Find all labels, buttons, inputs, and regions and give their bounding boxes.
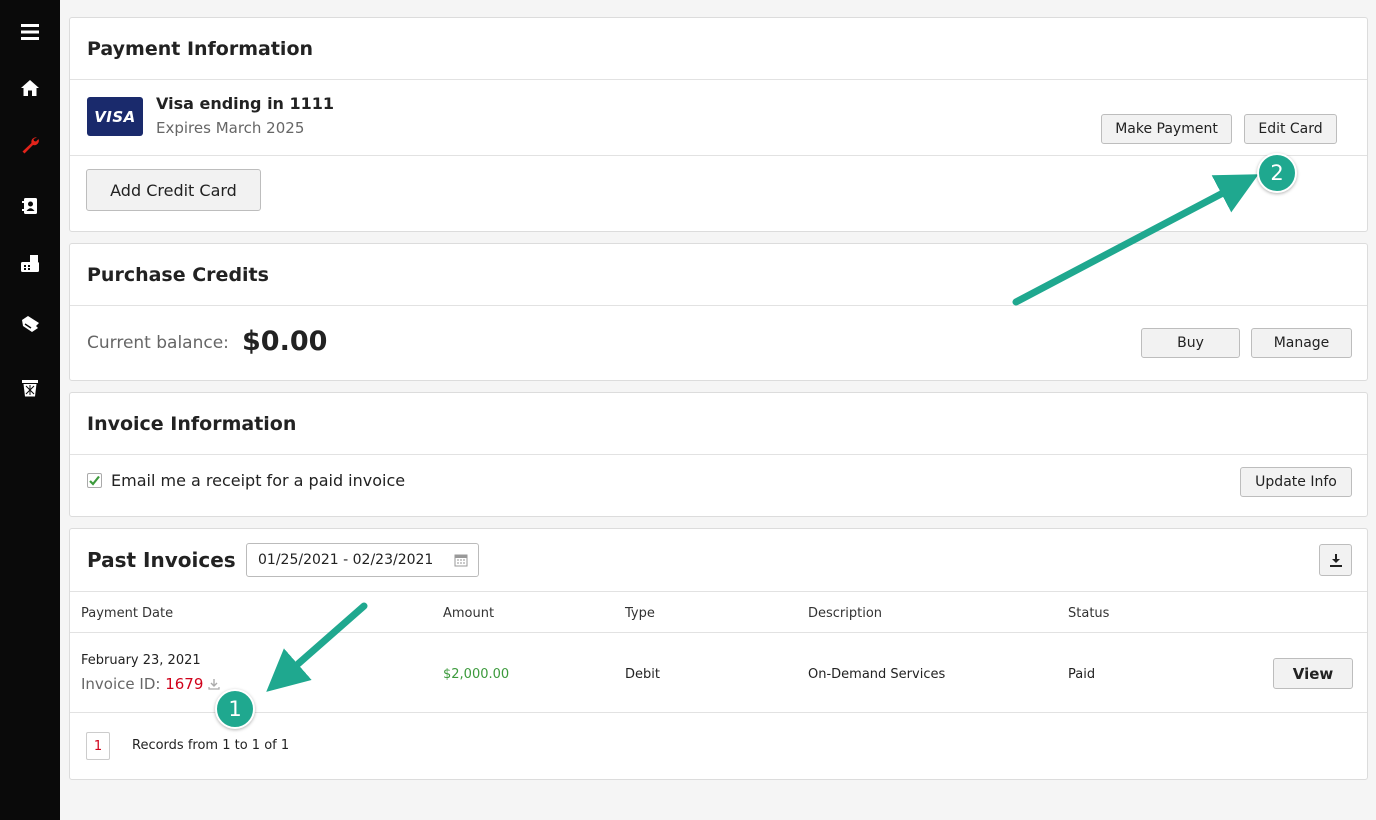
date-range-picker[interactable]: 01/25/2021 - 02/23/2021 — [246, 543, 479, 577]
add-credit-card-button[interactable]: Add Credit Card — [86, 169, 261, 211]
buy-button[interactable]: Buy — [1141, 328, 1240, 358]
handshake-icon[interactable] — [0, 304, 60, 344]
purchase-credits-panel: Purchase Credits Current balance: $0.00 … — [69, 243, 1368, 381]
current-balance-label: Current balance: — [87, 333, 229, 353]
records-summary: Records from 1 to 1 of 1 — [132, 738, 290, 753]
payment-information-title: Payment Information — [70, 18, 1367, 80]
callout-badge-1: 1 — [215, 689, 255, 729]
sidebar — [0, 0, 60, 820]
main-content: Payment Information VISA Visa ending in … — [60, 0, 1376, 820]
download-button[interactable] — [1319, 544, 1352, 576]
invoice-information-title: Invoice Information — [70, 393, 1367, 455]
payment-information-panel: Payment Information VISA Visa ending in … — [69, 17, 1368, 232]
table-row: February 23, 2021 Invoice ID: 1679 $2,00… — [70, 633, 1367, 713]
edit-card-button[interactable]: Edit Card — [1244, 114, 1337, 144]
past-invoices-title: Past Invoices — [87, 548, 236, 572]
card-expiry: Expires March 2025 — [156, 119, 305, 137]
invoice-information-panel: Invoice Information Email me a receipt f… — [69, 392, 1368, 517]
column-header-type[interactable]: Type — [625, 606, 655, 621]
trash-icon[interactable] — [0, 368, 60, 408]
manage-button[interactable]: Manage — [1251, 328, 1352, 358]
invoice-download-icon[interactable] — [208, 678, 220, 690]
invoice-description: On-Demand Services — [808, 667, 946, 682]
download-icon — [1329, 554, 1342, 567]
make-payment-button[interactable]: Make Payment — [1101, 114, 1232, 144]
invoice-type: Debit — [625, 667, 660, 682]
payment-date: February 23, 2021 — [81, 653, 201, 668]
page-number-button[interactable]: 1 — [86, 732, 110, 760]
update-info-button[interactable]: Update Info — [1240, 467, 1352, 497]
visa-card-logo: VISA — [87, 97, 143, 136]
column-header-amount[interactable]: Amount — [443, 606, 494, 621]
calendar-icon — [454, 554, 468, 567]
invoice-id-label: Invoice ID: — [81, 675, 161, 693]
receipt-checkbox[interactable] — [87, 473, 102, 488]
invoice-table-header: Payment Date Amount Type Description Sta… — [70, 592, 1367, 633]
invoice-id-line: Invoice ID: 1679 — [81, 675, 220, 693]
invoice-id-link[interactable]: 1679 — [165, 675, 203, 693]
saved-card-row: VISA Visa ending in 1111 Expires March 2… — [70, 80, 1367, 156]
date-range-value: 01/25/2021 - 02/23/2021 — [258, 552, 434, 568]
fax-icon[interactable] — [0, 244, 60, 284]
home-icon[interactable] — [0, 68, 60, 108]
receipt-checkbox-label[interactable]: Email me a receipt for a paid invoice — [111, 471, 405, 490]
invoice-amount: $2,000.00 — [443, 667, 510, 682]
wrench-icon[interactable] — [0, 125, 60, 165]
contacts-icon[interactable] — [0, 186, 60, 226]
column-header-payment-date[interactable]: Payment Date — [81, 606, 173, 621]
card-name: Visa ending in 1111 — [156, 94, 335, 113]
callout-badge-2: 2 — [1257, 153, 1297, 193]
checkmark-icon — [89, 475, 100, 486]
purchase-credits-title: Purchase Credits — [70, 244, 1367, 306]
past-invoices-panel: Past Invoices 01/25/2021 - 02/23/2021 Pa… — [69, 528, 1368, 780]
menu-icon[interactable] — [0, 12, 60, 52]
column-header-status[interactable]: Status — [1068, 606, 1109, 621]
current-balance-value: $0.00 — [242, 326, 328, 357]
invoice-status: Paid — [1068, 667, 1096, 682]
view-invoice-button[interactable]: View — [1273, 658, 1353, 689]
column-header-description[interactable]: Description — [808, 606, 882, 621]
